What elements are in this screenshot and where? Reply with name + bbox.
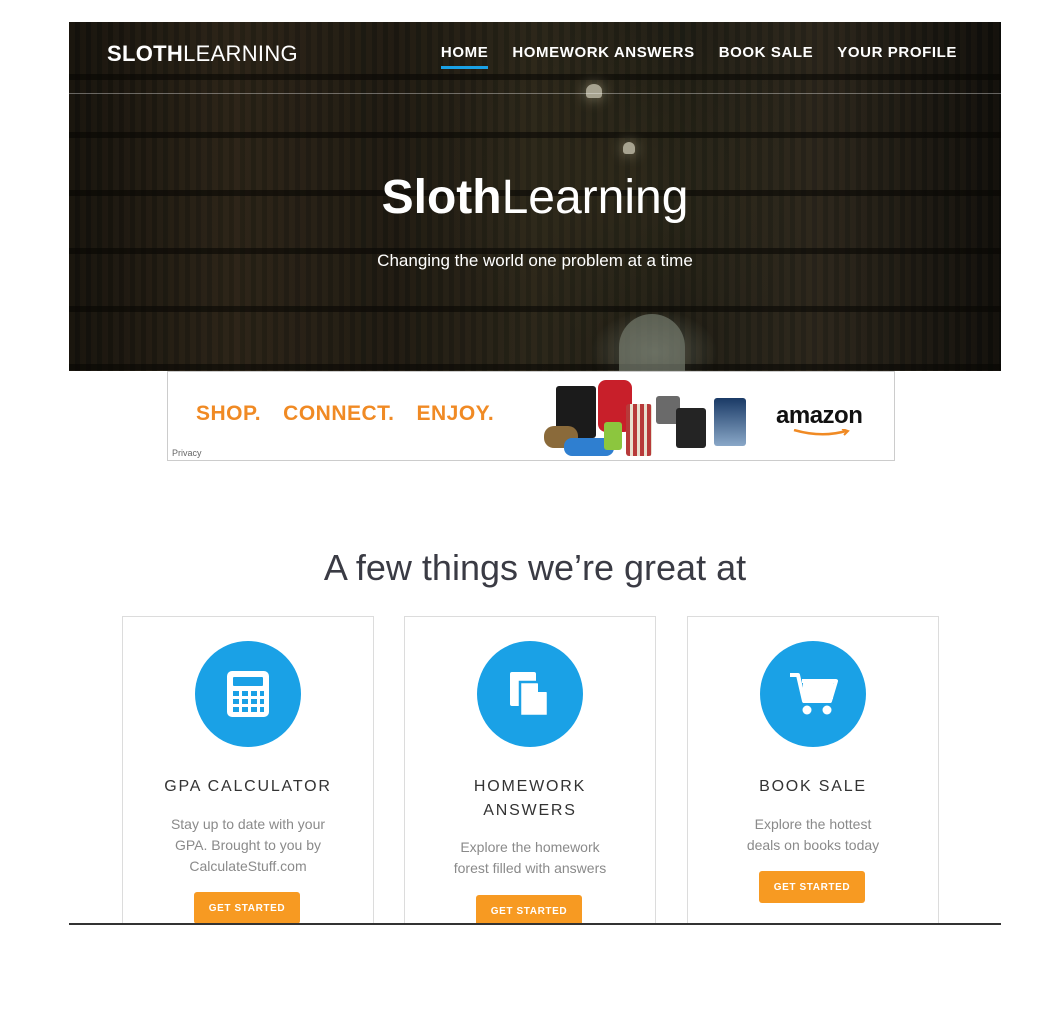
brand-light: LEARNING [183, 41, 298, 66]
documents-icon [477, 641, 583, 747]
brand-logo[interactable]: SLOTHLEARNING [107, 41, 298, 67]
get-started-button-gpa[interactable]: GET STARTED [194, 892, 300, 923]
hero-title-light: Learning [501, 171, 689, 224]
feature-card-book-sale: BOOK SALE Explore the hottest deals on b… [687, 616, 939, 923]
feature-card-gpa-calculator: GPA CALCULATOR Stay up to date with your… [122, 616, 374, 923]
amazon-logo-text: amazon [776, 402, 863, 429]
ad-products-image [534, 378, 750, 460]
ad-word-shop: SHOP. [196, 402, 262, 425]
ad-word-connect: CONNECT. [283, 402, 395, 425]
card-description: Explore the hottest deals on books today [746, 816, 880, 853]
ad-privacy-link[interactable]: Privacy [172, 448, 202, 458]
get-started-button-book-sale[interactable]: GET STARTED [759, 871, 865, 903]
hero-subtitle: Changing the world one problem at a time [377, 251, 693, 270]
section-title: A few things we’re great at [323, 547, 747, 588]
nav-home[interactable]: HOME [440, 44, 489, 69]
amazon-logo: amazon [776, 402, 863, 436]
hero-banner: SLOTHLEARNING HOME HOMEWORK ANSWERS BOOK… [69, 22, 1001, 371]
top-navbar: SLOTHLEARNING HOME HOMEWORK ANSWERS BOOK… [69, 22, 1001, 94]
hero-title: SlothLearning [69, 174, 1001, 222]
card-description: Explore the homework forest filled with … [453, 839, 607, 876]
ad-word-enjoy: ENJOY. [416, 402, 495, 425]
main-nav: HOME HOMEWORK ANSWERS BOOK SALE YOUR PRO… [440, 44, 957, 69]
card-title: HOMEWORK ANSWERS [473, 778, 587, 819]
amazon-smile-icon [793, 429, 850, 436]
calculator-icon [195, 641, 301, 747]
feature-card-homework-answers: HOMEWORK ANSWERS Explore the homework fo… [404, 616, 656, 923]
brand-bold: SLOTH [107, 41, 184, 66]
nav-your-profile[interactable]: YOUR PROFILE [837, 44, 957, 67]
nav-book-sale[interactable]: BOOK SALE [719, 44, 814, 67]
hero-title-bold: Sloth [381, 171, 502, 224]
page: SLOTHLEARNING HOME HOMEWORK ANSWERS BOOK… [69, 22, 1001, 925]
ad-tagline: SHOP. CONNECT. ENJOY. [196, 402, 494, 426]
card-description: Stay up to date with your GPA. Brought t… [170, 816, 326, 874]
amazon-ad-banner[interactable]: SHOP. CONNECT. ENJOY. amazon Privacy [167, 371, 895, 461]
shopping-cart-icon [760, 641, 866, 747]
card-title: GPA CALCULATOR [164, 778, 332, 795]
get-started-button-homework[interactable]: GET STARTED [476, 895, 582, 923]
card-title: BOOK SALE [759, 778, 867, 795]
nav-homework-answers[interactable]: HOMEWORK ANSWERS [512, 44, 694, 67]
